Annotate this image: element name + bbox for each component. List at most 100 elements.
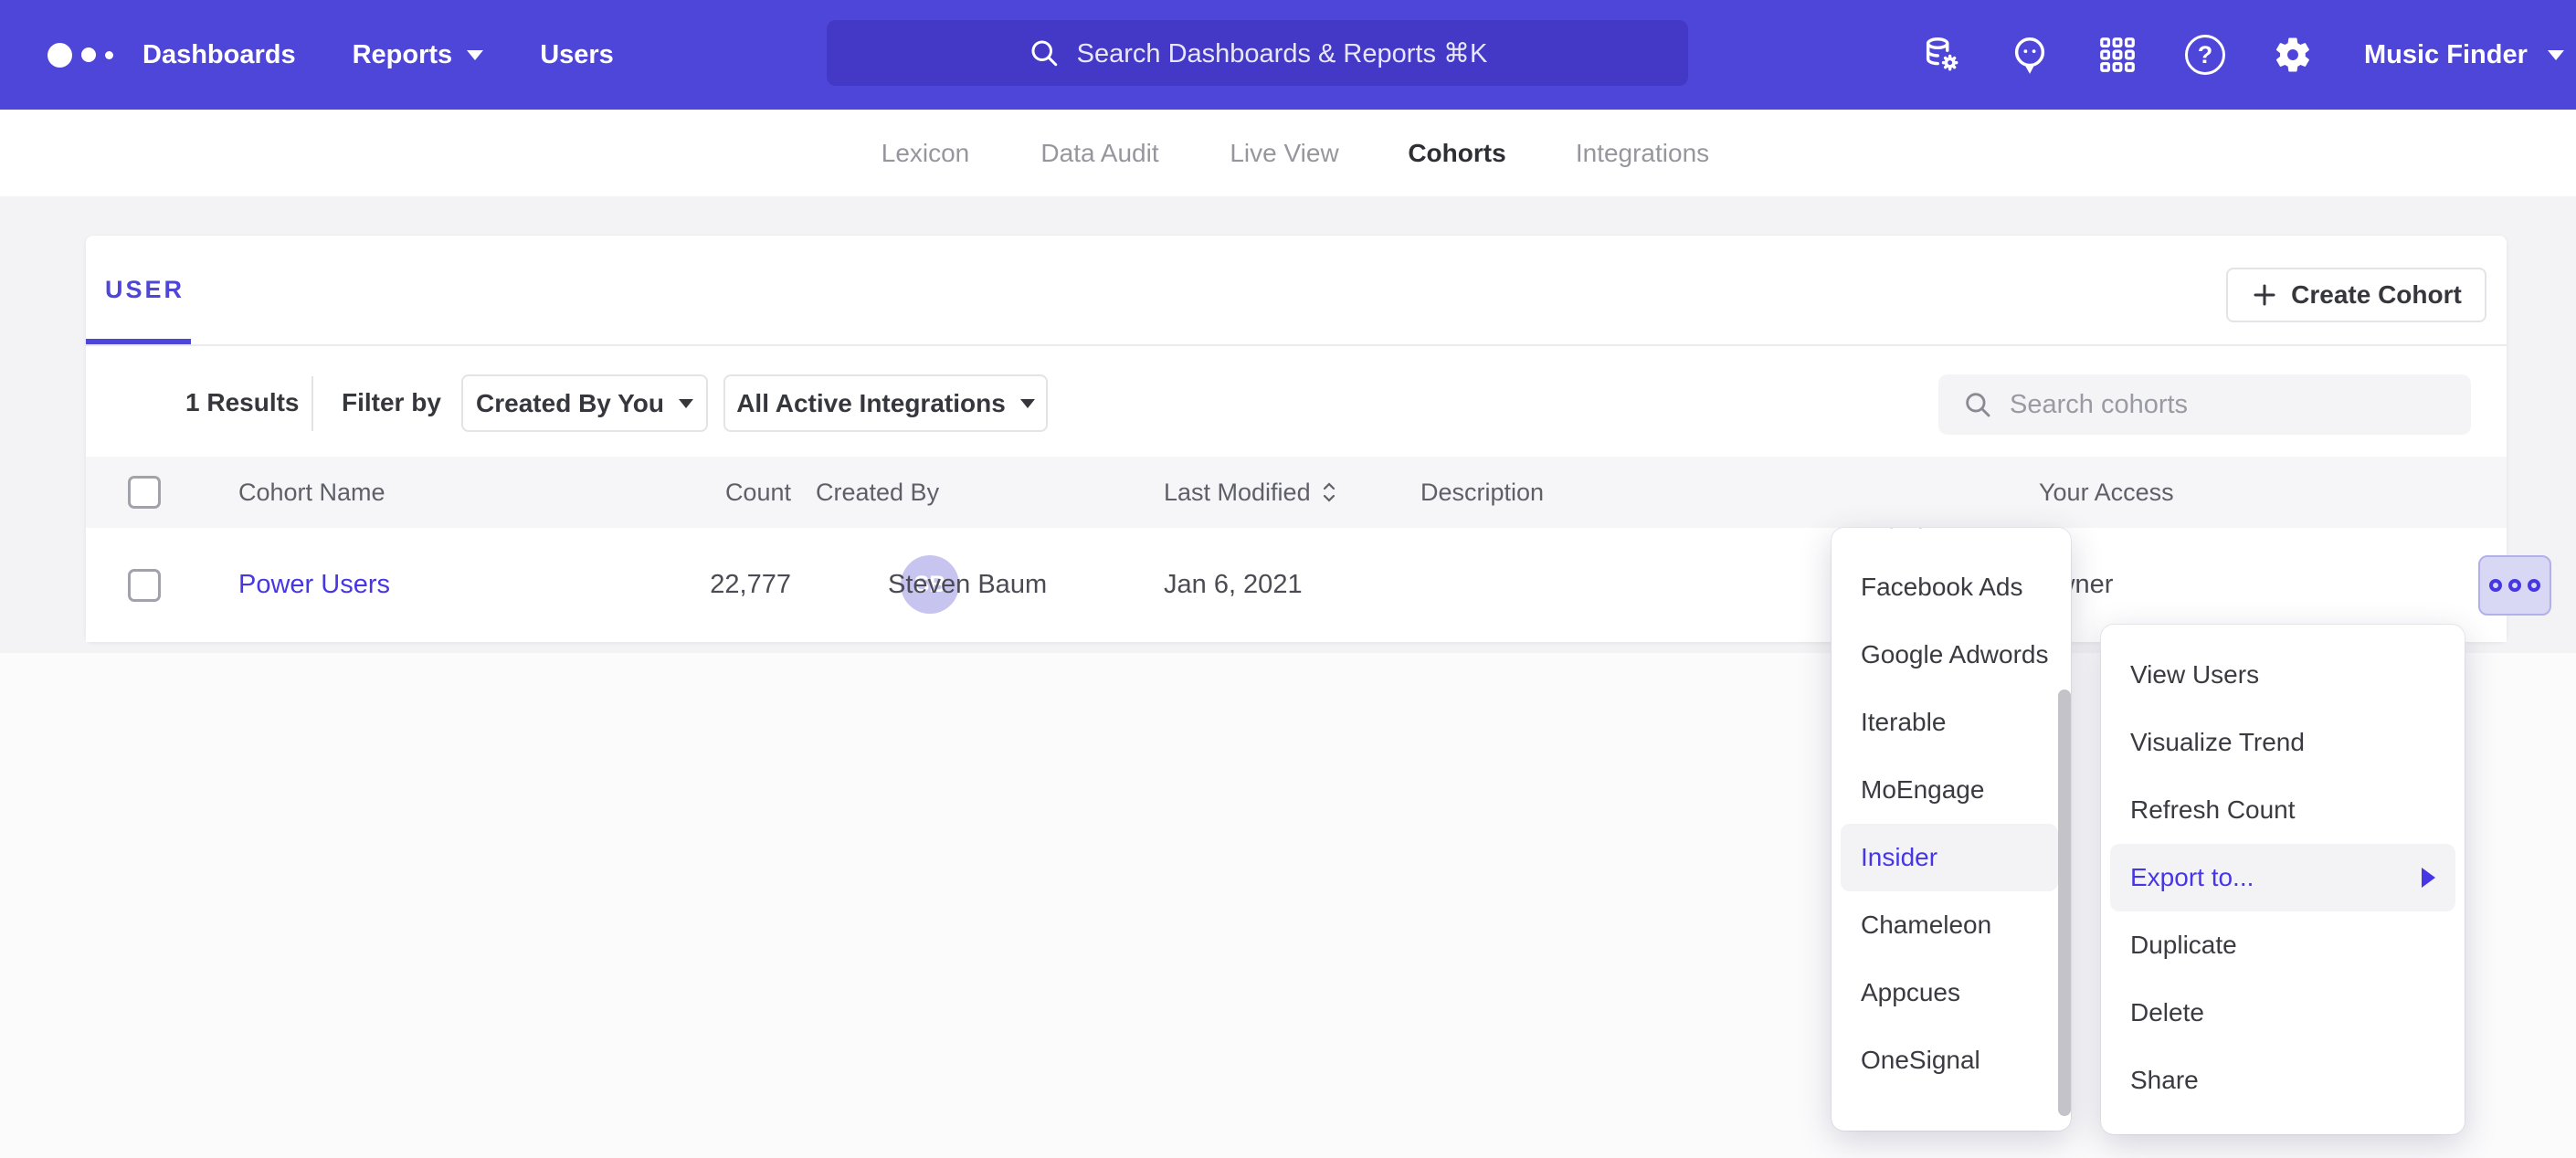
nav-link-dashboards[interactable]: Dashboards [143, 40, 296, 70]
apps-grid-icon[interactable] [2096, 34, 2138, 76]
menu-item-refresh-count[interactable]: Refresh Count [2101, 776, 2465, 844]
tab-label: Integrations [1576, 139, 1709, 168]
mixpanel-logo-icon[interactable] [48, 0, 113, 110]
tab-live-view[interactable]: Live View [1230, 110, 1338, 196]
row-checkbox-cell [128, 528, 161, 642]
global-search-placeholder: Search Dashboards & Reports ⌘K [1077, 37, 1488, 69]
table-header: Cohort Name Count Created By Last Modifi… [86, 457, 2507, 528]
cohorts-page: Dashboards Reports Users Search Dashboar… [0, 0, 2576, 1158]
submenu-item-label: Appcues [1861, 978, 1960, 1007]
menu-item-share[interactable]: Share [2101, 1047, 2465, 1114]
submenu-item-google-adwords[interactable]: Google Adwords [1832, 621, 2071, 689]
tab-label: Live View [1230, 139, 1338, 168]
nav-link-users[interactable]: Users [540, 40, 614, 70]
created-by-cell: Steven Baum [888, 528, 1047, 642]
cohort-name-link[interactable]: Power Users [238, 570, 390, 600]
filter-created-by-dropdown[interactable]: Created By You [461, 374, 708, 432]
more-options-icon [2528, 579, 2540, 592]
feedback-icon[interactable] [2009, 34, 2051, 76]
last-modified-cell: Jan 6, 2021 [1164, 528, 1303, 642]
chevron-down-icon [2548, 50, 2564, 60]
menu-item-label: View Users [2130, 660, 2259, 690]
submenu-item-label: OneSignal [1861, 1046, 1980, 1075]
create-cohort-button[interactable]: Create Cohort [2226, 268, 2486, 322]
select-all-checkbox-cell [128, 457, 161, 528]
column-header-last-modified[interactable]: Last Modified [1164, 457, 1338, 528]
tab-cohorts[interactable]: Cohorts [1408, 110, 1505, 196]
nav-link-reports[interactable]: Reports [353, 40, 484, 70]
column-label: Cohort Name [238, 479, 385, 507]
nav-links: Dashboards Reports Users [143, 0, 614, 110]
menu-item-label: Visualize Trend [2130, 728, 2305, 757]
column-header-description[interactable]: Description [1420, 457, 1544, 528]
tab-lexicon[interactable]: Lexicon [882, 110, 970, 196]
more-options-icon [2489, 579, 2502, 592]
submenu-item-facebook-ads[interactable]: Facebook Ads [1832, 553, 2071, 621]
menu-item-label: Refresh Count [2130, 795, 2296, 825]
menu-item-label: Delete [2130, 998, 2204, 1027]
search-cohorts-placeholder: Search cohorts [2010, 390, 2188, 420]
menu-item-visualize-trend[interactable]: Visualize Trend [2101, 709, 2465, 776]
menu-item-label: Duplicate [2130, 931, 2237, 960]
tab-user[interactable]: USER [105, 276, 185, 304]
column-label: Description [1420, 479, 1544, 507]
global-search-input[interactable]: Search Dashboards & Reports ⌘K [827, 20, 1688, 86]
more-options-button[interactable] [2478, 555, 2551, 616]
menu-item-duplicate[interactable]: Duplicate [2101, 911, 2465, 979]
count-cell: 22,777 [597, 528, 791, 642]
submenu-item-braze[interactable]: Braze [1832, 528, 2071, 553]
menu-item-delete[interactable]: Delete [2101, 979, 2465, 1047]
submenu-item-insider[interactable]: Insider [1841, 824, 2058, 891]
submenu-item-onesignal[interactable]: OneSignal [1832, 1026, 2071, 1094]
tab-data-audit[interactable]: Data Audit [1040, 110, 1158, 196]
create-cohort-label: Create Cohort [2291, 280, 2462, 310]
column-header-created-by[interactable]: Created By [816, 457, 939, 528]
filter-by-label: Filter by [342, 388, 441, 417]
filter-integrations-dropdown[interactable]: All Active Integrations [723, 374, 1048, 432]
nav-link-label: Users [540, 40, 614, 70]
search-cohorts-input[interactable]: Search cohorts [1938, 374, 2471, 435]
help-glyph: ? [2198, 41, 2213, 69]
tab-label: Data Audit [1040, 139, 1158, 168]
column-header-count[interactable]: Count [597, 457, 791, 528]
column-label: Created By [816, 479, 939, 507]
submenu-item-label: Insider [1861, 843, 1937, 872]
menu-item-label: Share [2130, 1066, 2199, 1095]
chevron-down-icon [467, 50, 483, 60]
submenu-item-chameleon[interactable]: Chameleon [1832, 891, 2071, 959]
help-icon[interactable]: ? [2184, 34, 2226, 76]
logo-dot [81, 47, 96, 62]
submenu-item-label: Braze [1861, 528, 1927, 534]
more-options-icon [2508, 579, 2521, 592]
top-navbar: Dashboards Reports Users Search Dashboar… [0, 0, 2576, 110]
submenu-item-appcues[interactable]: Appcues [1832, 959, 2071, 1026]
filter-label: All Active Integrations [736, 389, 1006, 418]
filter-label: Created By You [476, 389, 664, 418]
project-switcher[interactable]: Music Finder [2364, 0, 2564, 110]
column-header-cohort-name[interactable]: Cohort Name [238, 457, 385, 528]
column-label: Last Modified [1164, 479, 1311, 507]
tab-user-label: USER [105, 276, 185, 303]
logo-dot [105, 51, 113, 59]
select-all-checkbox[interactable] [128, 476, 161, 509]
tab-integrations[interactable]: Integrations [1576, 110, 1709, 196]
column-header-your-access[interactable]: Your Access [2039, 457, 2174, 528]
submenu-item-moengage[interactable]: MoEngage [1832, 756, 2071, 824]
row-checkbox[interactable] [128, 569, 161, 602]
divider [86, 344, 2507, 346]
tab-label: Cohorts [1408, 139, 1505, 168]
menu-item-view-users[interactable]: View Users [2101, 641, 2465, 709]
data-settings-icon[interactable] [1921, 34, 1963, 76]
menu-item-export-to[interactable]: Export to... [2110, 844, 2455, 911]
submenu-item-iterable[interactable]: Iterable [1832, 689, 2071, 756]
chevron-right-icon [2422, 868, 2435, 888]
results-count: 1 Results [185, 388, 300, 417]
sort-icon [1320, 479, 1338, 506]
submenu-item-label: MoEngage [1861, 775, 1984, 805]
navbar-toolbar: ? [1921, 0, 2314, 110]
settings-gear-icon[interactable] [2272, 34, 2314, 76]
chevron-down-icon [1020, 399, 1035, 408]
submenu-scrollbar[interactable] [2058, 690, 2071, 1116]
secondary-nav: Lexicon Data Audit Live View Cohorts Int… [0, 110, 2576, 196]
logo-dot [48, 43, 72, 68]
